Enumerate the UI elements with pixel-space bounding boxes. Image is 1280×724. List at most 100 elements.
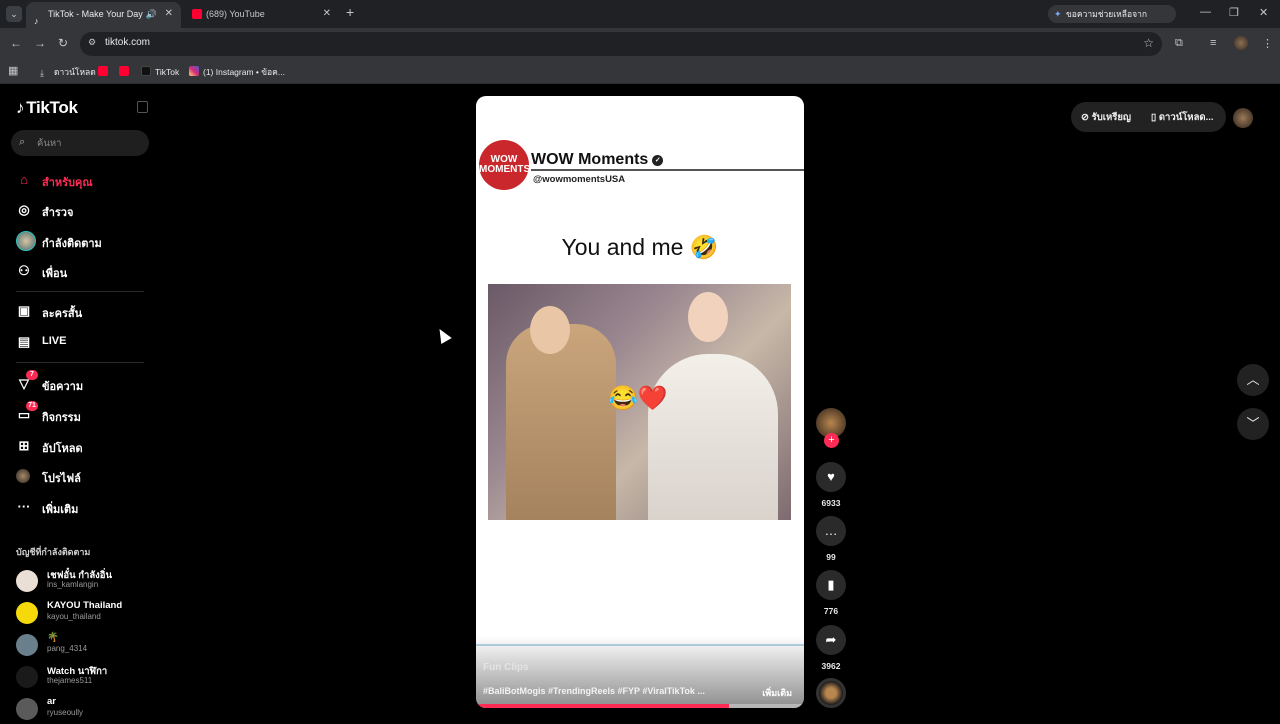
- follow-plus-icon[interactable]: +: [824, 433, 839, 448]
- tab-search-icon[interactable]: ⌄: [6, 6, 22, 22]
- bookmark-icon: ▮: [827, 577, 835, 592]
- search-input[interactable]: ⌕ ค้นหา: [11, 130, 149, 156]
- media-control-icon[interactable]: ≡: [1210, 37, 1216, 49]
- bookmark-download[interactable]: ⤓ ดาวน์โหลด: [40, 65, 96, 79]
- sidebar-divider: [16, 362, 144, 363]
- wow-moments-logo: WOW MOMENTS: [479, 140, 530, 190]
- heart-icon: ♥: [827, 469, 835, 484]
- restore-icon[interactable]: ❐: [1229, 6, 1239, 19]
- reload-icon[interactable]: ↻: [58, 36, 68, 50]
- nav-label: กิจกรรม: [42, 412, 81, 424]
- tab-tiktok[interactable]: ♪ TikTok - Make Your Day 🔊 ✕: [26, 2, 181, 28]
- bookmark-label: ดาวน์โหลด: [54, 67, 96, 77]
- new-tab-button[interactable]: +: [346, 4, 354, 20]
- upload-icon: ⊞: [18, 438, 30, 453]
- like-button[interactable]: ♥: [816, 462, 846, 492]
- bookmark-label: TikTok: [155, 67, 180, 77]
- bookmark-tiktok[interactable]: TikTok: [141, 65, 179, 79]
- comment-count: 99: [826, 552, 836, 562]
- groom-head: [530, 306, 570, 354]
- forward-icon[interactable]: →: [34, 36, 46, 50]
- following-account[interactable]: KAYOU Thailand kayou_thailand: [16, 600, 156, 628]
- more-icon: ···: [17, 499, 31, 514]
- youtube-icon: [98, 66, 108, 76]
- back-icon[interactable]: ←: [10, 36, 22, 50]
- get-coins-label: รับเหรียญ: [1091, 112, 1132, 123]
- bookmark-youtube[interactable]: [98, 65, 112, 79]
- see-more-button[interactable]: เพิ่มเติม: [762, 686, 792, 700]
- download-app-button[interactable]: ▯ ดาวน์โหลด...: [1151, 110, 1213, 125]
- following-account[interactable]: 🌴 pang_4314: [16, 632, 156, 660]
- browser-profile-avatar[interactable]: [1234, 36, 1248, 50]
- following-accounts-title: บัญชีที่กำลังติดตาม: [16, 547, 91, 557]
- live-icon: ▤: [17, 334, 31, 349]
- tab-close-icon[interactable]: ✕: [323, 2, 331, 26]
- browser-menu-icon[interactable]: ⋮: [1262, 37, 1273, 50]
- bookmark-star-icon[interactable]: ☆: [1143, 36, 1154, 50]
- sidebar-divider: [16, 291, 144, 292]
- nav-label: เพิ่มเติม: [42, 504, 79, 516]
- music-label[interactable]: Fun Clips: [483, 662, 529, 673]
- youtube-icon: [119, 66, 129, 76]
- account-handle: kayou_thailand: [47, 612, 101, 621]
- home-icon: ⌂: [20, 172, 28, 187]
- previous-video-button[interactable]: ︿: [1237, 364, 1269, 396]
- bride-head: [688, 292, 728, 342]
- video-account-name: WOW Moments ✓: [531, 151, 664, 169]
- verified-icon: ✓: [652, 155, 664, 166]
- avatar: [16, 602, 38, 624]
- browser-tab-strip: ⌄ ♪ TikTok - Make Your Day 🔊 ✕ (689) You…: [0, 0, 1280, 37]
- nav-label: โปรไฟล์: [42, 473, 81, 485]
- like-count: 6933: [821, 498, 841, 508]
- account-handle: pang_4314: [47, 644, 88, 653]
- comment-button[interactable]: …: [816, 516, 846, 546]
- nav-label: LIVE: [42, 335, 67, 347]
- account-name: ar: [47, 696, 56, 707]
- apps-grid-icon[interactable]: ▦: [8, 64, 18, 78]
- site-info-icon[interactable]: ⚙: [88, 37, 100, 49]
- tiktok-favicon-icon: ♪: [34, 16, 39, 26]
- account-handle: ryuseoully: [47, 708, 84, 717]
- speaker-icon[interactable]: 🔊: [146, 2, 157, 26]
- following-account[interactable]: Watch นาฬิกา thejames511: [16, 664, 156, 692]
- hashtags[interactable]: #BaliBotMogis #TrendingReels #FYP #Viral…: [483, 686, 705, 696]
- close-window-icon[interactable]: ✕: [1259, 6, 1268, 19]
- video-progress-bar[interactable]: [476, 704, 804, 708]
- gemini-icon: ✦: [1054, 9, 1062, 19]
- gemini-button[interactable]: ✦ ขอความช่วยเหลือจาก Gemini: [1048, 5, 1176, 37]
- music-disc-icon[interactable]: [816, 678, 846, 708]
- chevron-up-icon: ︿: [1246, 372, 1260, 387]
- bookmark-youtube-2[interactable]: [119, 65, 133, 79]
- next-video-button[interactable]: ﹀: [1237, 408, 1269, 440]
- tiktok-note-icon: ♪: [16, 98, 25, 117]
- bookmark-instagram[interactable]: (1) Instagram • ข้อค...: [189, 65, 285, 79]
- following-account[interactable]: เชฟอั๋น กำลังอิ่น ins_kamlangin: [16, 568, 156, 596]
- tiktok-logo[interactable]: ♪ TikTok: [16, 98, 78, 118]
- minimize-icon[interactable]: —: [1200, 6, 1211, 18]
- get-coins-button[interactable]: ⊘ รับเหรียญ: [1081, 110, 1131, 125]
- chevron-down-icon: ﹀: [1246, 416, 1260, 431]
- user-avatar[interactable]: [1233, 108, 1253, 128]
- bookmark-label: (1) Instagram • ข้อค...: [203, 67, 285, 77]
- bookmarks-bar: ▦ ⤓ ดาวน์โหลด TikTok (1) Instagram • ข้อค…: [0, 60, 1280, 84]
- download-icon: ⤓: [40, 68, 44, 78]
- share-button[interactable]: ➦: [816, 625, 846, 655]
- tiktok-icon: [141, 66, 151, 76]
- tab-close-icon[interactable]: ✕: [165, 2, 173, 26]
- top-actions-pill: ⊘ รับเหรียญ ▯ ดาวน์โหลด...: [1071, 102, 1226, 132]
- collapse-sidebar-icon[interactable]: [137, 101, 148, 113]
- account-handle: ins_kamlangin: [47, 580, 99, 589]
- groom-figure: [506, 324, 616, 520]
- comment-icon: …: [824, 523, 838, 538]
- address-bar[interactable]: ⚙ tiktok.com ☆: [80, 32, 1162, 56]
- nav-label: ข้อความ: [42, 381, 84, 393]
- extensions-icon[interactable]: ⧉: [1175, 37, 1183, 50]
- video-player[interactable]: WOW MOMENTS WOW Moments ✓ @wowmomentsUSA …: [476, 96, 804, 708]
- nav-label: สำหรับคุณ: [42, 177, 93, 189]
- tab-title: (689) YouTube: [206, 9, 265, 19]
- tab-youtube[interactable]: (689) YouTube ✕: [184, 2, 339, 28]
- account-handle: thejames511: [47, 676, 93, 685]
- save-button[interactable]: ▮: [816, 570, 846, 600]
- avatar: [16, 698, 38, 720]
- video-progress-fill: [476, 704, 729, 708]
